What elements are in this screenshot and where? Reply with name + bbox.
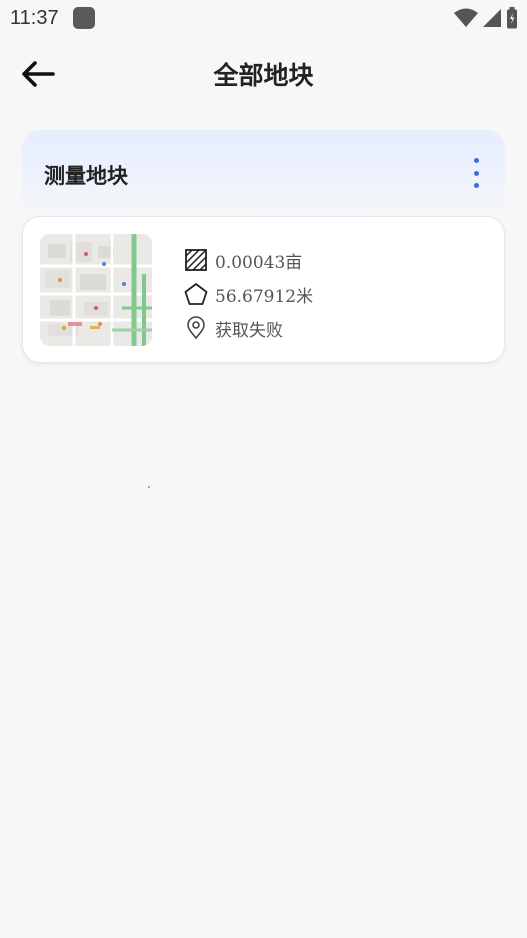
- signal-icon: [483, 9, 501, 27]
- page-title: 全部地块: [213, 61, 314, 90]
- plot-card[interactable]: 0.00043亩 56.67912米 获取失败: [22, 216, 505, 363]
- plot-location-row: 获取失败: [183, 311, 313, 345]
- more-vertical-icon: [473, 170, 479, 176]
- status-bar: 11:37: [0, 0, 527, 36]
- battery-icon: [507, 7, 517, 29]
- wifi-icon: [454, 8, 478, 27]
- plot-info: 0.00043亩 56.67912米 获取失败: [183, 243, 313, 345]
- location-pin-icon: [183, 315, 209, 341]
- plot-perimeter-value: 56.67912米: [215, 286, 314, 307]
- divider-dot: [148, 486, 150, 488]
- status-icons: [454, 7, 518, 29]
- plot-location-value: 获取失败: [215, 320, 283, 341]
- app-icon: [72, 7, 95, 29]
- section-title: 测量地块: [44, 163, 128, 188]
- plot-area-value: 0.00043亩: [215, 252, 303, 273]
- section-header: 测量地块: [22, 130, 505, 220]
- area-icon: [183, 247, 209, 273]
- status-time: 11:37: [10, 6, 59, 29]
- pentagon-icon: [183, 281, 209, 307]
- plot-area-row: 0.00043亩: [183, 243, 313, 277]
- more-options-button[interactable]: [467, 158, 485, 188]
- map-thumbnail: [40, 234, 152, 346]
- app-header: 全部地块: [0, 46, 527, 100]
- more-vertical-icon: [473, 183, 479, 188]
- plot-perimeter-row: 56.67912米: [183, 277, 313, 311]
- more-vertical-icon: [473, 158, 479, 163]
